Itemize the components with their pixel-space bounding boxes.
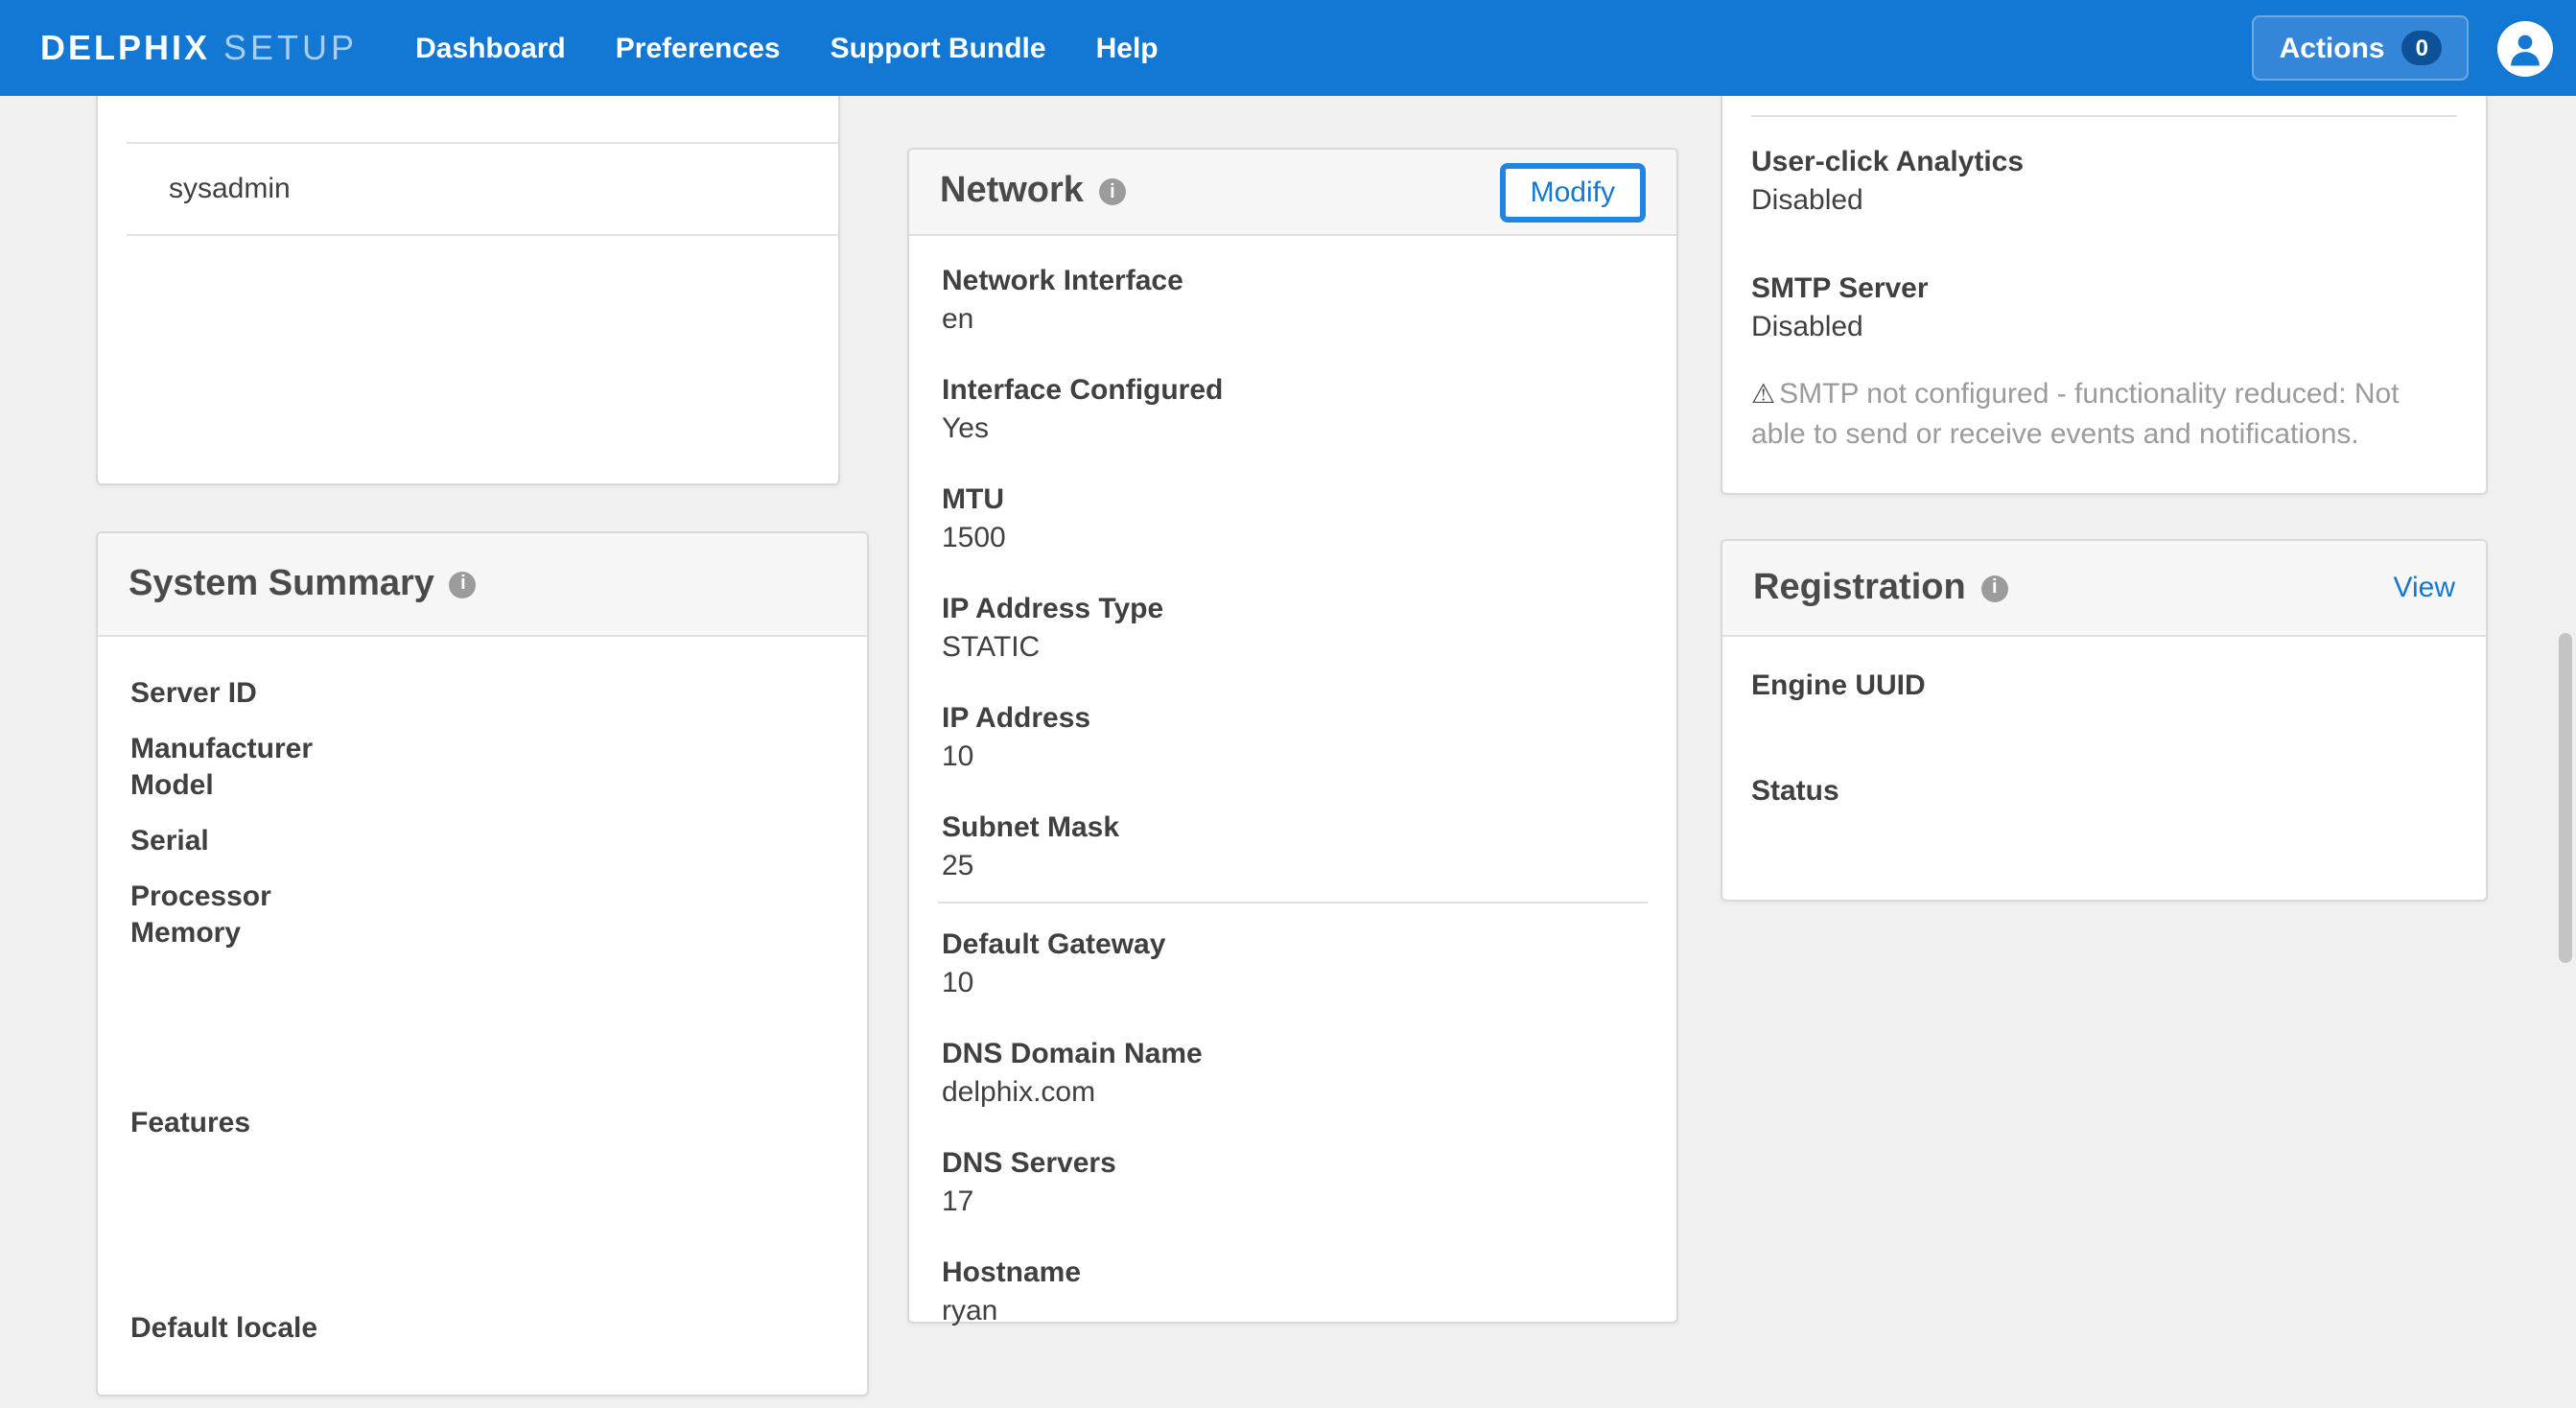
field-value: 25 xyxy=(942,848,1644,886)
field-label-processor: Processor xyxy=(130,879,834,915)
info-icon[interactable]: i xyxy=(1981,575,2008,601)
status-body: User-click Analytics Disabled SMTP Serve… xyxy=(1722,117,2486,455)
field-value: ryan xyxy=(942,1293,1644,1331)
delphix-setup-logo[interactable]: DELPHIX SETUP xyxy=(40,28,358,68)
field-label-memory: Memory xyxy=(130,915,834,951)
field-label: Subnet Mask xyxy=(942,810,1644,848)
account-name: sysadmin xyxy=(169,173,291,205)
person-icon xyxy=(2505,28,2545,68)
field-value: Yes xyxy=(942,411,1644,449)
field-label: SMTP Server xyxy=(1751,270,2457,309)
network-card: Network i Modify Network Interface en In… xyxy=(907,148,1678,1324)
field-value: 10 xyxy=(942,965,1644,1003)
field-value: STATIC xyxy=(942,629,1644,668)
field-value xyxy=(1751,811,2457,850)
scrollbar-track xyxy=(2555,96,2576,1408)
field-label: DNS Servers xyxy=(942,1145,1644,1184)
brand-primary: DELPHIX xyxy=(40,28,210,68)
registration-card: Registration i View Engine UUID Status xyxy=(1721,539,2488,902)
field-label: Engine UUID xyxy=(1751,668,2457,706)
registration-body: Engine UUID Status xyxy=(1722,637,2486,850)
field-ip-address-type: IP Address Type STATIC xyxy=(909,591,1676,668)
system-summary-title: System Summary xyxy=(129,563,434,605)
field-subnet-mask: Subnet Mask 25 xyxy=(909,810,1676,886)
system-summary-header: System Summary i xyxy=(98,533,867,637)
field-label: Status xyxy=(1751,773,2457,811)
field-user-click-analytics: User-click Analytics Disabled xyxy=(1751,144,2457,221)
field-default-gateway: Default Gateway 10 xyxy=(909,927,1676,1003)
network-header: Network i Modify xyxy=(909,150,1676,236)
nav-menu: Dashboard Preferences Support Bundle Hel… xyxy=(415,32,1159,64)
field-smtp-server: SMTP Server Disabled xyxy=(1751,270,2457,347)
field-value: 1500 xyxy=(942,520,1644,558)
screen: sysadmin System Summary i Server ID Manu… xyxy=(0,0,2576,1408)
registration-view-link[interactable]: View xyxy=(2394,572,2456,604)
network-title: Network xyxy=(940,171,1084,213)
actions-label: Actions xyxy=(2280,32,2385,64)
network-section-divider xyxy=(938,902,1648,903)
navbar-right: Actions 0 xyxy=(2253,15,2553,81)
user-avatar-icon[interactable] xyxy=(2497,20,2553,76)
registration-header: Registration i View xyxy=(1722,541,2486,637)
warning-icon: ⚠ xyxy=(1751,378,1775,409)
field-value: delphix.com xyxy=(942,1074,1644,1113)
field-label: IP Address xyxy=(942,700,1644,739)
field-hostname: Hostname ryan xyxy=(909,1255,1676,1331)
field-value: en xyxy=(942,301,1644,340)
field-value: 17 xyxy=(942,1184,1644,1222)
info-icon[interactable]: i xyxy=(450,571,477,598)
field-label: IP Address Type xyxy=(942,591,1644,629)
nav-item-help[interactable]: Help xyxy=(1096,32,1159,64)
field-dns-servers: DNS Servers 17 xyxy=(909,1145,1676,1222)
field-value: 10 xyxy=(942,739,1644,777)
field-value: Disabled xyxy=(1751,309,2457,347)
registration-title: Registration xyxy=(1753,567,1966,609)
field-value xyxy=(1751,706,2457,744)
field-ip-address: IP Address 10 xyxy=(909,700,1676,777)
actions-count-badge: 0 xyxy=(2402,31,2442,65)
field-status: Status xyxy=(1751,773,2457,850)
network-body: Network Interface en Interface Configure… xyxy=(909,236,1676,1331)
field-label: DNS Domain Name xyxy=(942,1036,1644,1074)
field-label: Interface Configured xyxy=(942,372,1644,411)
field-interface-configured: Interface Configured Yes xyxy=(909,372,1676,449)
field-label-model: Model xyxy=(130,767,834,804)
field-dns-domain-name: DNS Domain Name delphix.com xyxy=(909,1036,1676,1113)
field-label-manufacturer: Manufacturer xyxy=(130,731,834,767)
field-value: Disabled xyxy=(1751,182,2457,221)
field-label: Hostname xyxy=(942,1255,1644,1293)
nav-item-support-bundle[interactable]: Support Bundle xyxy=(831,32,1046,64)
field-label-default-locale: Default locale xyxy=(130,1310,834,1347)
nav-item-preferences[interactable]: Preferences xyxy=(616,32,781,64)
system-summary-card: System Summary i Server ID Manufacturer … xyxy=(96,531,869,1396)
list-item-sysadmin[interactable]: sysadmin xyxy=(127,142,838,236)
field-label: Default Gateway xyxy=(942,927,1644,965)
network-modify-button[interactable]: Modify xyxy=(1500,162,1646,222)
field-label-serial: Serial xyxy=(130,823,834,859)
field-label-server-id: Server ID xyxy=(130,675,834,712)
scrollbar-thumb[interactable] xyxy=(2559,633,2572,963)
field-network-interface: Network Interface en xyxy=(909,263,1676,340)
top-navbar: DELPHIX SETUP Dashboard Preferences Supp… xyxy=(0,0,2576,96)
field-label-features: Features xyxy=(130,1105,834,1141)
field-engine-uuid: Engine UUID xyxy=(1751,668,2457,744)
field-mtu: MTU 1500 xyxy=(909,481,1676,558)
field-label: User-click Analytics xyxy=(1751,144,2457,182)
smtp-warning-message: ⚠SMTP not configured - functionality red… xyxy=(1751,374,2457,455)
brand-secondary: SETUP xyxy=(223,28,358,68)
warning-label: SMTP not configured - functionality redu… xyxy=(1751,378,2400,451)
info-icon[interactable]: i xyxy=(1099,178,1126,205)
nav-item-dashboard[interactable]: Dashboard xyxy=(415,32,566,64)
field-label: Network Interface xyxy=(942,263,1644,301)
delphix-setup-page: sysadmin System Summary i Server ID Manu… xyxy=(0,0,2576,1408)
field-label: MTU xyxy=(942,481,1644,520)
system-summary-body: Server ID Manufacturer Model Serial Proc… xyxy=(98,637,867,1347)
actions-button[interactable]: Actions 0 xyxy=(2253,15,2469,81)
